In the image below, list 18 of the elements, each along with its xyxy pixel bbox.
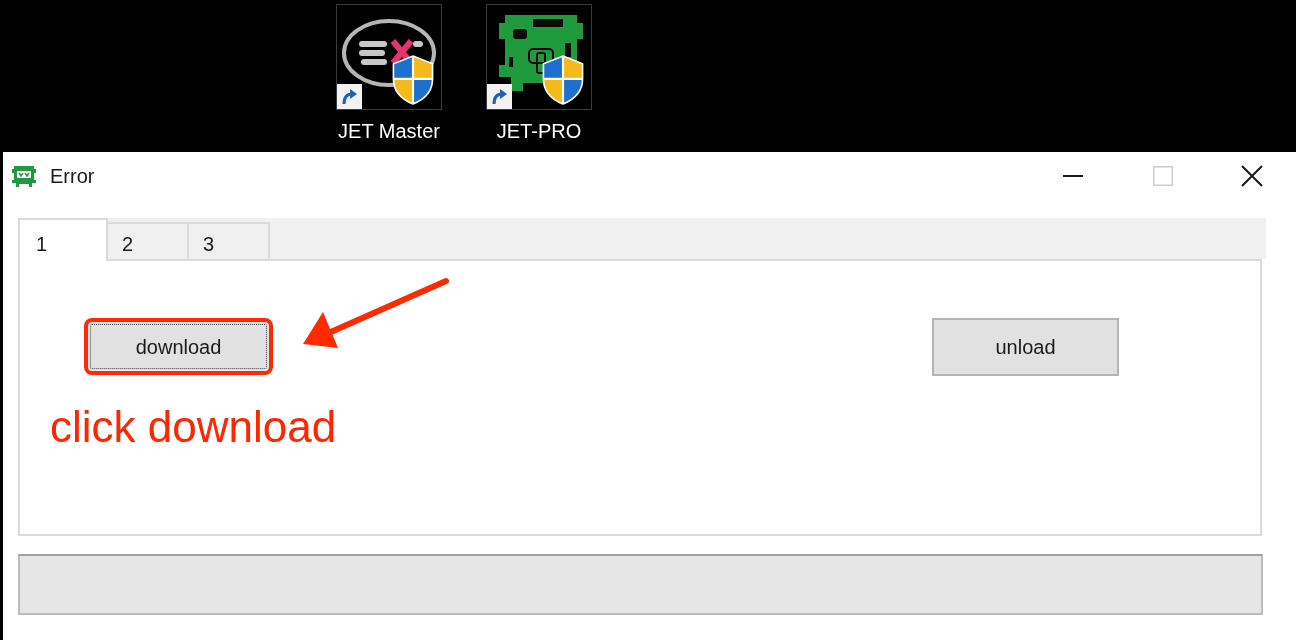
action-button[interactable]: download	[84, 318, 273, 375]
window-title: Error	[50, 164, 95, 188]
ring-logo-icon	[341, 17, 437, 89]
minimize-icon	[1063, 175, 1083, 177]
close-icon	[1241, 165, 1263, 187]
board-icon	[12, 164, 36, 188]
annotation-text: click download	[50, 405, 337, 449]
shield-icon	[391, 55, 435, 105]
tab[interactable]: 3	[189, 222, 270, 259]
tab[interactable]: 2	[108, 222, 189, 259]
shortcut-label: JET-PRO	[496, 119, 582, 143]
tab[interactable]: 1	[18, 218, 108, 261]
shortcut-label: JET Master	[338, 119, 440, 143]
maximize-icon	[1153, 166, 1173, 186]
secondary-button[interactable]: unload	[932, 318, 1119, 376]
shortcut-tile[interactable]	[486, 4, 592, 110]
shield-icon	[541, 55, 585, 105]
shortcut-tile[interactable]	[336, 4, 442, 110]
